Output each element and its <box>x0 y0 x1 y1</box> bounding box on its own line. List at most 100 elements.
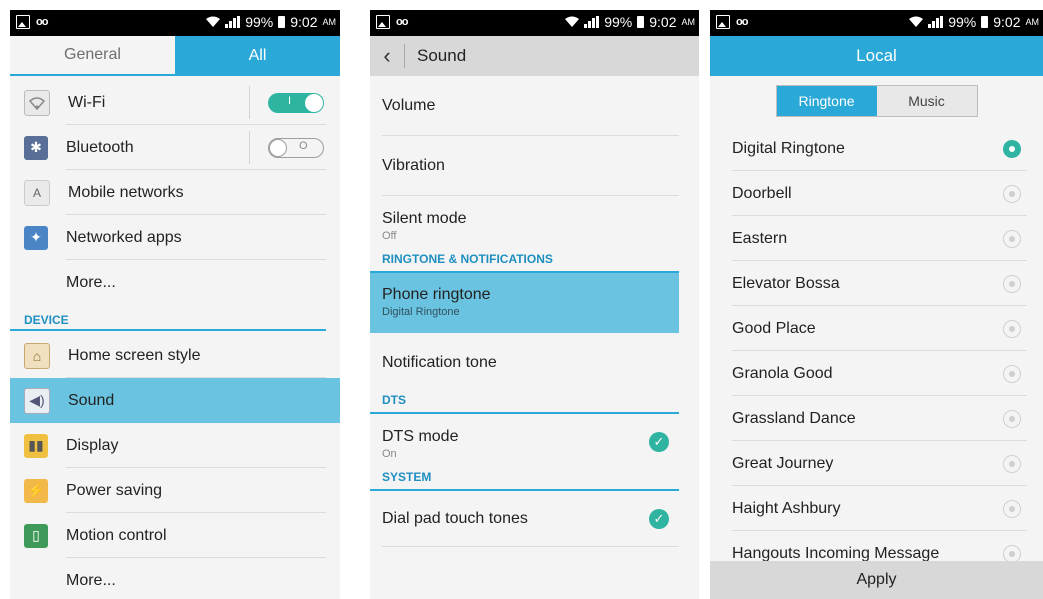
ringtone-item[interactable]: Granola Good <box>710 351 1043 396</box>
section-header-device: DEVICE <box>10 305 326 331</box>
settings-item-mobile-networks[interactable]: A Mobile networks <box>10 170 340 215</box>
tab-general[interactable]: General <box>10 36 175 76</box>
ringtone-item[interactable]: Doorbell <box>710 171 1043 216</box>
ringtone-item[interactable]: Haight Ashbury <box>710 486 1043 531</box>
sound-title-bar: ‹ Sound <box>370 36 699 76</box>
ringtone-item[interactable]: Eastern <box>710 216 1043 261</box>
vibration-label: Vibration <box>382 157 445 174</box>
ringtone-item[interactable]: Great Journey <box>710 441 1043 486</box>
clock-ampm: AM <box>322 17 337 27</box>
segment-ringtone[interactable]: Ringtone <box>776 86 877 116</box>
toggle-on-mark: I <box>288 95 292 107</box>
ringtone-name: Grassland Dance <box>732 409 856 427</box>
radio-button[interactable] <box>1003 274 1021 293</box>
status-bar: oo 99% 9:02 AM <box>10 10 340 36</box>
ringtone-item[interactable]: Digital Ringtone <box>710 126 1043 171</box>
radio-button[interactable] <box>1003 499 1021 518</box>
ringtone-name: Eastern <box>732 229 788 247</box>
page-title: Sound <box>417 46 467 65</box>
settings-item-networked-apps[interactable]: ✦ Networked apps <box>10 215 340 260</box>
power-saving-label: Power saving <box>66 481 163 499</box>
radio-button[interactable] <box>1003 409 1021 428</box>
divider <box>249 131 250 164</box>
phone-ringtone-value: Digital Ringtone <box>382 306 460 318</box>
sound-item-notification-tone[interactable]: Notification tone <box>370 333 699 393</box>
settings-item-more-device[interactable]: More... <box>10 558 340 599</box>
sound-item-dts-mode[interactable]: DTS mode On ✓ <box>370 414 699 470</box>
settings-item-bluetooth[interactable]: ✱ Bluetooth O <box>10 125 340 170</box>
wifi-signal-icon <box>206 16 221 27</box>
status-bar: oo 99% 9:02 AM <box>710 10 1043 36</box>
ringtone-name: Digital Ringtone <box>732 139 845 157</box>
settings-item-home-screen-style[interactable]: ⌂ Home screen style <box>10 333 340 378</box>
divider <box>404 44 405 68</box>
sound-item-volume[interactable]: Volume <box>370 76 699 136</box>
sound-item-vibration[interactable]: Vibration <box>370 136 699 196</box>
ringtone-name: Granola Good <box>732 364 833 382</box>
settings-item-wifi[interactable]: Wi-Fi I <box>10 80 340 125</box>
cell-signal-icon <box>928 16 944 28</box>
clock: 9:02 <box>649 14 677 30</box>
silent-mode-value: Off <box>382 230 397 242</box>
wifi-signal-icon <box>909 16 924 27</box>
segment-music[interactable]: Music <box>876 86 977 116</box>
back-arrow-icon[interactable]: ‹ <box>370 36 404 76</box>
checkmark-icon[interactable]: ✓ <box>649 432 669 452</box>
voicemail-icon: oo <box>736 16 748 28</box>
sound-item-phone-ringtone[interactable]: Phone ringtone Digital Ringtone <box>370 273 679 333</box>
notification-tone-label: Notification tone <box>382 354 497 371</box>
radio-button[interactable] <box>1003 139 1021 158</box>
settings-item-power-saving[interactable]: ⚡ Power saving <box>10 468 340 513</box>
radio-button[interactable] <box>1003 454 1021 473</box>
settings-tabs: General All <box>10 36 340 76</box>
more-label: More... <box>66 571 116 589</box>
settings-item-more-network[interactable]: More... <box>10 260 340 305</box>
bluetooth-toggle[interactable]: O <box>268 138 324 158</box>
sound-item-silent-mode[interactable]: Silent mode Off <box>370 196 699 254</box>
sound-item-dial-pad-tones[interactable]: Dial pad touch tones ✓ <box>370 491 699 547</box>
radio-button[interactable] <box>1003 229 1021 248</box>
mobile-networks-label: Mobile networks <box>68 183 184 201</box>
cell-signal-icon <box>225 16 241 28</box>
home-screen-style-label: Home screen style <box>68 346 201 364</box>
voicemail-icon: oo <box>36 16 48 28</box>
speaker-icon: ◀) <box>24 387 50 414</box>
wifi-icon <box>24 89 50 116</box>
status-bar: oo 99% 9:02 AM <box>370 10 699 36</box>
radio-button[interactable] <box>1003 319 1021 338</box>
radio-button[interactable] <box>1003 184 1021 203</box>
settings-item-display[interactable]: ▮▮ Display <box>10 423 340 468</box>
tab-all[interactable]: All <box>175 36 340 76</box>
battery-percent: 99% <box>948 14 977 30</box>
battery-icon <box>981 16 989 28</box>
screenshot-notification-icon <box>16 15 30 29</box>
voicemail-icon: oo <box>396 16 408 28</box>
more-label: More... <box>66 273 116 291</box>
silent-mode-label: Silent mode <box>382 210 467 227</box>
settings-screen: oo 99% 9:02 AM General All Wi-Fi I ✱ Blu… <box>10 10 340 599</box>
clock-ampm: AM <box>681 17 696 27</box>
radio-button[interactable] <box>1003 544 1021 561</box>
radio-button[interactable] <box>1003 364 1021 383</box>
checkmark-icon[interactable]: ✓ <box>649 509 669 529</box>
apply-button[interactable]: Apply <box>710 561 1043 599</box>
ringtone-item[interactable]: Hangouts Incoming Message <box>710 531 1043 561</box>
ringtone-name: Doorbell <box>732 184 792 202</box>
display-label: Display <box>66 436 119 454</box>
volume-label: Volume <box>382 97 436 114</box>
section-header-dts: DTS <box>370 393 679 414</box>
wifi-signal-icon <box>565 16 580 27</box>
clock: 9:02 <box>290 14 318 30</box>
battery-icon <box>278 16 286 28</box>
wifi-toggle[interactable]: I <box>268 93 324 113</box>
settings-item-sound[interactable]: ◀) Sound <box>10 378 340 423</box>
ringtone-item[interactable]: Good Place <box>710 306 1043 351</box>
ringtone-item[interactable]: Elevator Bossa <box>710 261 1043 306</box>
screenshot-notification-icon <box>376 15 390 29</box>
display-icon: ▮▮ <box>24 433 48 458</box>
ringtone-item[interactable]: Grassland Dance <box>710 396 1043 441</box>
cell-signal-icon <box>584 16 600 28</box>
wifi-label: Wi-Fi <box>68 93 106 111</box>
ringtone-name: Hangouts Incoming Message <box>732 544 940 562</box>
settings-item-motion-control[interactable]: ▯ Motion control <box>10 513 340 558</box>
